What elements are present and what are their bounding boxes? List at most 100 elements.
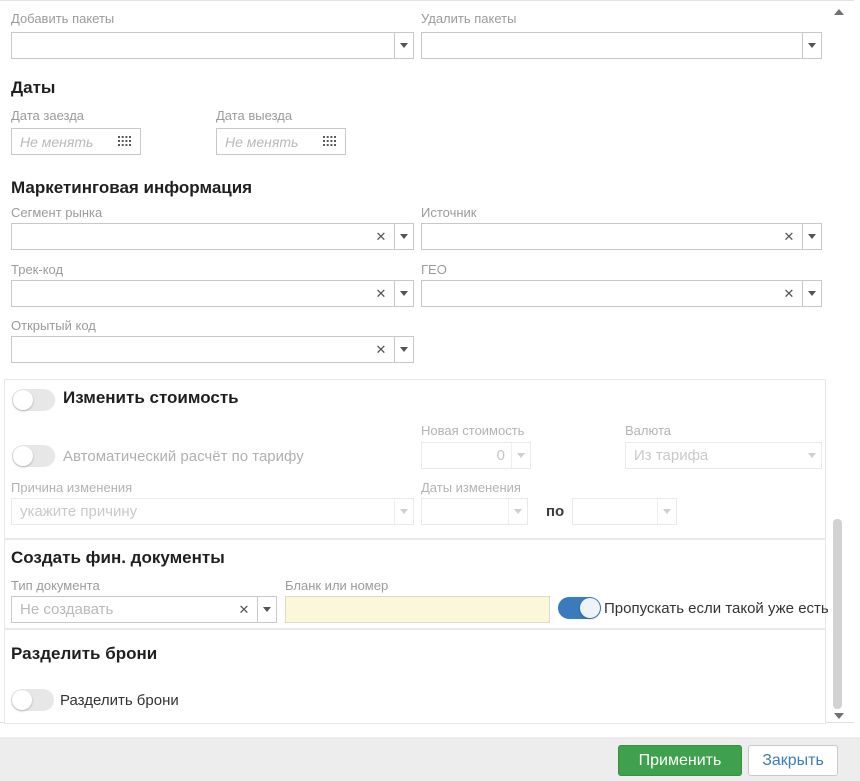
doc-type-input[interactable] xyxy=(12,597,231,622)
geo-combo[interactable]: ✕ xyxy=(421,280,822,307)
clear-icon[interactable]: ✕ xyxy=(776,281,802,306)
change-reason-label: Причина изменения xyxy=(11,480,132,496)
currency-label: Валюта xyxy=(625,423,671,439)
blank-number-field[interactable] xyxy=(285,596,550,623)
clear-icon[interactable]: ✕ xyxy=(368,337,394,362)
caret-down-icon xyxy=(400,347,408,352)
toggle-knob xyxy=(13,446,33,466)
dropdown-button[interactable] xyxy=(802,281,821,306)
remove-packages-input[interactable] xyxy=(422,33,802,58)
track-code-combo[interactable]: ✕ xyxy=(11,280,414,307)
change-price-toggle[interactable] xyxy=(12,389,55,411)
caret-down-icon xyxy=(517,453,525,458)
caret-down-icon xyxy=(400,234,408,239)
clear-icon[interactable]: ✕ xyxy=(368,281,394,306)
caret-down-icon xyxy=(263,607,271,612)
track-code-label: Трек-код xyxy=(11,262,63,278)
price-change-header: Изменить стоимость xyxy=(63,388,239,408)
source-combo[interactable]: ✕ xyxy=(421,223,822,250)
dropdown-button[interactable] xyxy=(802,224,821,249)
caret-down-icon xyxy=(400,291,408,296)
auto-calc-toggle[interactable] xyxy=(12,445,55,467)
auto-calc-label: Автоматический расчёт по тарифу xyxy=(63,448,304,466)
change-dates-to-input xyxy=(573,499,657,524)
market-segment-label: Сегмент рынка xyxy=(11,205,102,221)
add-packages-input[interactable] xyxy=(12,33,394,58)
open-code-combo[interactable]: ✕ xyxy=(11,336,414,363)
source-label: Источник xyxy=(421,205,477,221)
checkout-date-field[interactable] xyxy=(216,128,346,155)
dropdown-button xyxy=(508,499,527,524)
clear-icon[interactable]: ✕ xyxy=(368,224,394,249)
caret-down-icon xyxy=(808,291,816,296)
doc-type-label: Тип документа xyxy=(11,578,100,594)
caret-down-icon xyxy=(514,509,522,514)
skip-existing-toggle[interactable] xyxy=(558,597,601,619)
doc-type-combo[interactable]: ✕ xyxy=(11,596,277,623)
fin-docs-header: Создать фин. документы xyxy=(11,548,225,568)
geo-input[interactable] xyxy=(422,281,776,306)
range-to-text: по xyxy=(546,503,564,520)
scrollbar-thumb[interactable] xyxy=(833,519,842,709)
add-packages-dropdown-button[interactable] xyxy=(394,33,413,58)
add-packages-label: Добавить пакеты xyxy=(11,11,114,27)
remove-packages-select[interactable] xyxy=(421,32,822,59)
checkin-date-field[interactable] xyxy=(11,128,141,155)
change-dates-from-input xyxy=(422,499,508,524)
skip-existing-label: Пропускать если такой уже есть xyxy=(604,600,829,618)
dialog-footer: Применить Закрыть xyxy=(0,737,860,781)
change-dates-label: Даты изменения xyxy=(421,480,521,496)
apply-button[interactable]: Применить xyxy=(618,745,742,776)
change-dates-from-select xyxy=(421,498,528,525)
dropdown-button[interactable] xyxy=(394,224,413,249)
form-content: Добавить пакеты Удалить пакеты Даты Дата… xyxy=(0,1,854,724)
change-dates-to-select xyxy=(572,498,677,525)
market-segment-combo[interactable]: ✕ xyxy=(11,223,414,250)
remove-packages-dropdown-button[interactable] xyxy=(802,33,821,58)
checkin-date-label: Дата заезда xyxy=(11,108,84,124)
market-segment-input[interactable] xyxy=(12,224,368,249)
checkout-date-input[interactable] xyxy=(217,129,323,154)
dropdown-button[interactable] xyxy=(394,281,413,306)
dropdown-button[interactable] xyxy=(257,597,276,622)
dropdown-button[interactable] xyxy=(394,337,413,362)
checkin-date-input[interactable] xyxy=(12,129,118,154)
caret-down-icon xyxy=(400,43,408,48)
toggle-knob xyxy=(13,390,33,410)
dropdown-button xyxy=(657,499,676,524)
caret-down-icon xyxy=(663,509,671,514)
toggle-knob xyxy=(12,690,32,710)
blank-number-input[interactable] xyxy=(286,597,549,622)
calendar-icon[interactable] xyxy=(323,136,345,148)
clear-icon[interactable]: ✕ xyxy=(231,597,257,622)
form-scroll-area: Добавить пакеты Удалить пакеты Даты Дата… xyxy=(0,0,854,723)
clear-icon[interactable]: ✕ xyxy=(776,224,802,249)
change-reason-input xyxy=(12,499,394,524)
track-code-input[interactable] xyxy=(12,281,368,306)
currency-input xyxy=(626,443,802,468)
remove-packages-label: Удалить пакеты xyxy=(421,11,516,27)
new-price-field xyxy=(421,442,531,469)
add-packages-select[interactable] xyxy=(11,32,414,59)
source-input[interactable] xyxy=(422,224,776,249)
toggle-knob xyxy=(580,598,600,618)
caret-down-icon xyxy=(400,509,408,514)
spinner-button xyxy=(511,443,530,468)
split-toggle-label: Разделить брони xyxy=(60,692,179,710)
open-code-input[interactable] xyxy=(12,337,368,362)
scrollbar-up-arrow[interactable] xyxy=(834,9,844,15)
calendar-icon[interactable] xyxy=(118,136,140,148)
dropdown-button xyxy=(802,443,821,468)
close-button[interactable]: Закрыть xyxy=(748,745,838,776)
split-toggle[interactable] xyxy=(11,689,54,711)
new-price-input xyxy=(422,443,511,468)
open-code-label: Открытый код xyxy=(11,318,96,334)
scrollbar-down-arrow[interactable] xyxy=(834,713,844,719)
blank-number-label: Бланк или номер xyxy=(285,578,388,594)
checkout-date-label: Дата выезда xyxy=(216,108,292,124)
currency-select xyxy=(625,442,822,469)
new-price-label: Новая стоимость xyxy=(421,423,524,439)
geo-label: ГЕО xyxy=(421,262,447,278)
split-header: Разделить брони xyxy=(11,644,157,664)
marketing-header: Маркетинговая информация xyxy=(11,178,252,198)
